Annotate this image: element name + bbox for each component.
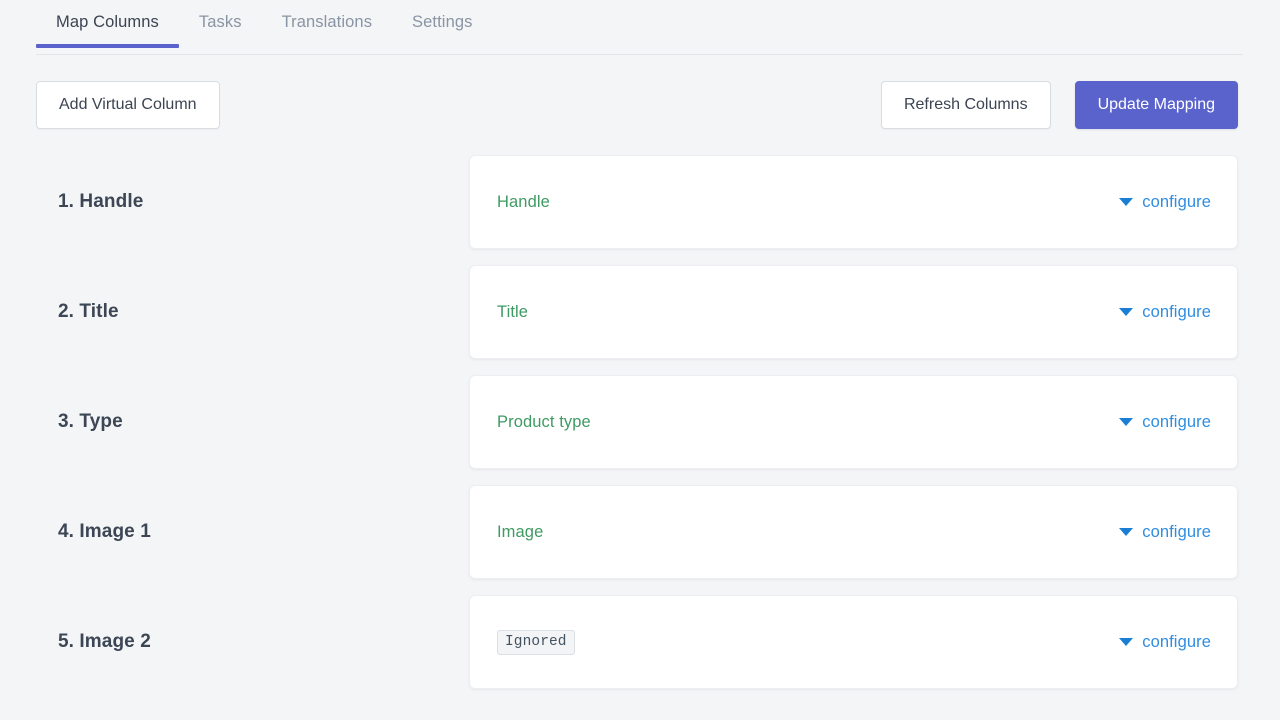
configure-label: configure [1142,413,1211,432]
column-mapping-list: 1. Handle Handle configure 2. Title Titl… [0,131,1280,697]
mapped-field-value: Title [497,303,528,322]
mapped-field-value: Product type [497,413,591,432]
mapping-card[interactable]: Handle configure [469,155,1238,249]
mapping-card[interactable]: Ignored configure [469,595,1238,689]
configure-link[interactable]: configure [1119,413,1211,432]
tab-label: Translations [282,13,372,31]
update-mapping-button[interactable]: Update Mapping [1075,81,1238,129]
source-column-label: 2. Title [36,257,469,367]
tab-map-columns[interactable]: Map Columns [36,0,179,47]
mapping-row: 4. Image 1 Image configure [36,477,1238,587]
configure-link[interactable]: configure [1119,523,1211,542]
configure-label: configure [1142,523,1211,542]
mapping-card[interactable]: Product type configure [469,375,1238,469]
mapping-row: 1. Handle Handle configure [36,147,1238,257]
mapping-row: 5. Image 2 Ignored configure [36,587,1238,697]
chevron-down-icon [1119,418,1133,426]
mapped-field-value: Image [497,523,543,542]
configure-label: configure [1142,303,1211,322]
mapped-field-value: Handle [497,193,550,212]
chevron-down-icon [1119,308,1133,316]
chevron-down-icon [1119,638,1133,646]
tab-label: Tasks [199,13,242,31]
source-column-label: 4. Image 1 [36,477,469,587]
tab-translations[interactable]: Translations [262,0,392,47]
configure-label: configure [1142,633,1211,652]
primary-actions-group: Refresh Columns Update Mapping [881,81,1238,129]
configure-link[interactable]: configure [1119,193,1211,212]
source-column-label: 5. Image 2 [36,587,469,697]
source-column-label: 3. Type [36,367,469,477]
chevron-down-icon [1119,198,1133,206]
tab-tasks[interactable]: Tasks [179,0,262,47]
refresh-columns-button[interactable]: Refresh Columns [881,81,1051,129]
tab-bar: Map Columns Tasks Translations Settings [0,0,1280,55]
chevron-down-icon [1119,528,1133,536]
configure-label: configure [1142,193,1211,212]
tab-label: Map Columns [56,13,159,31]
tab-label: Settings [412,13,472,31]
add-virtual-column-button[interactable]: Add Virtual Column [36,81,220,129]
source-column-label: 1. Handle [36,147,469,257]
action-bar: Add Virtual Column Refresh Columns Updat… [0,55,1280,131]
mapping-row: 3. Type Product type configure [36,367,1238,477]
tab-settings[interactable]: Settings [392,0,492,47]
mapping-row: 2. Title Title configure [36,257,1238,367]
configure-link[interactable]: configure [1119,303,1211,322]
mapping-card[interactable]: Title configure [469,265,1238,359]
configure-link[interactable]: configure [1119,633,1211,652]
ignored-status-badge: Ignored [497,630,575,655]
mapping-card[interactable]: Image configure [469,485,1238,579]
